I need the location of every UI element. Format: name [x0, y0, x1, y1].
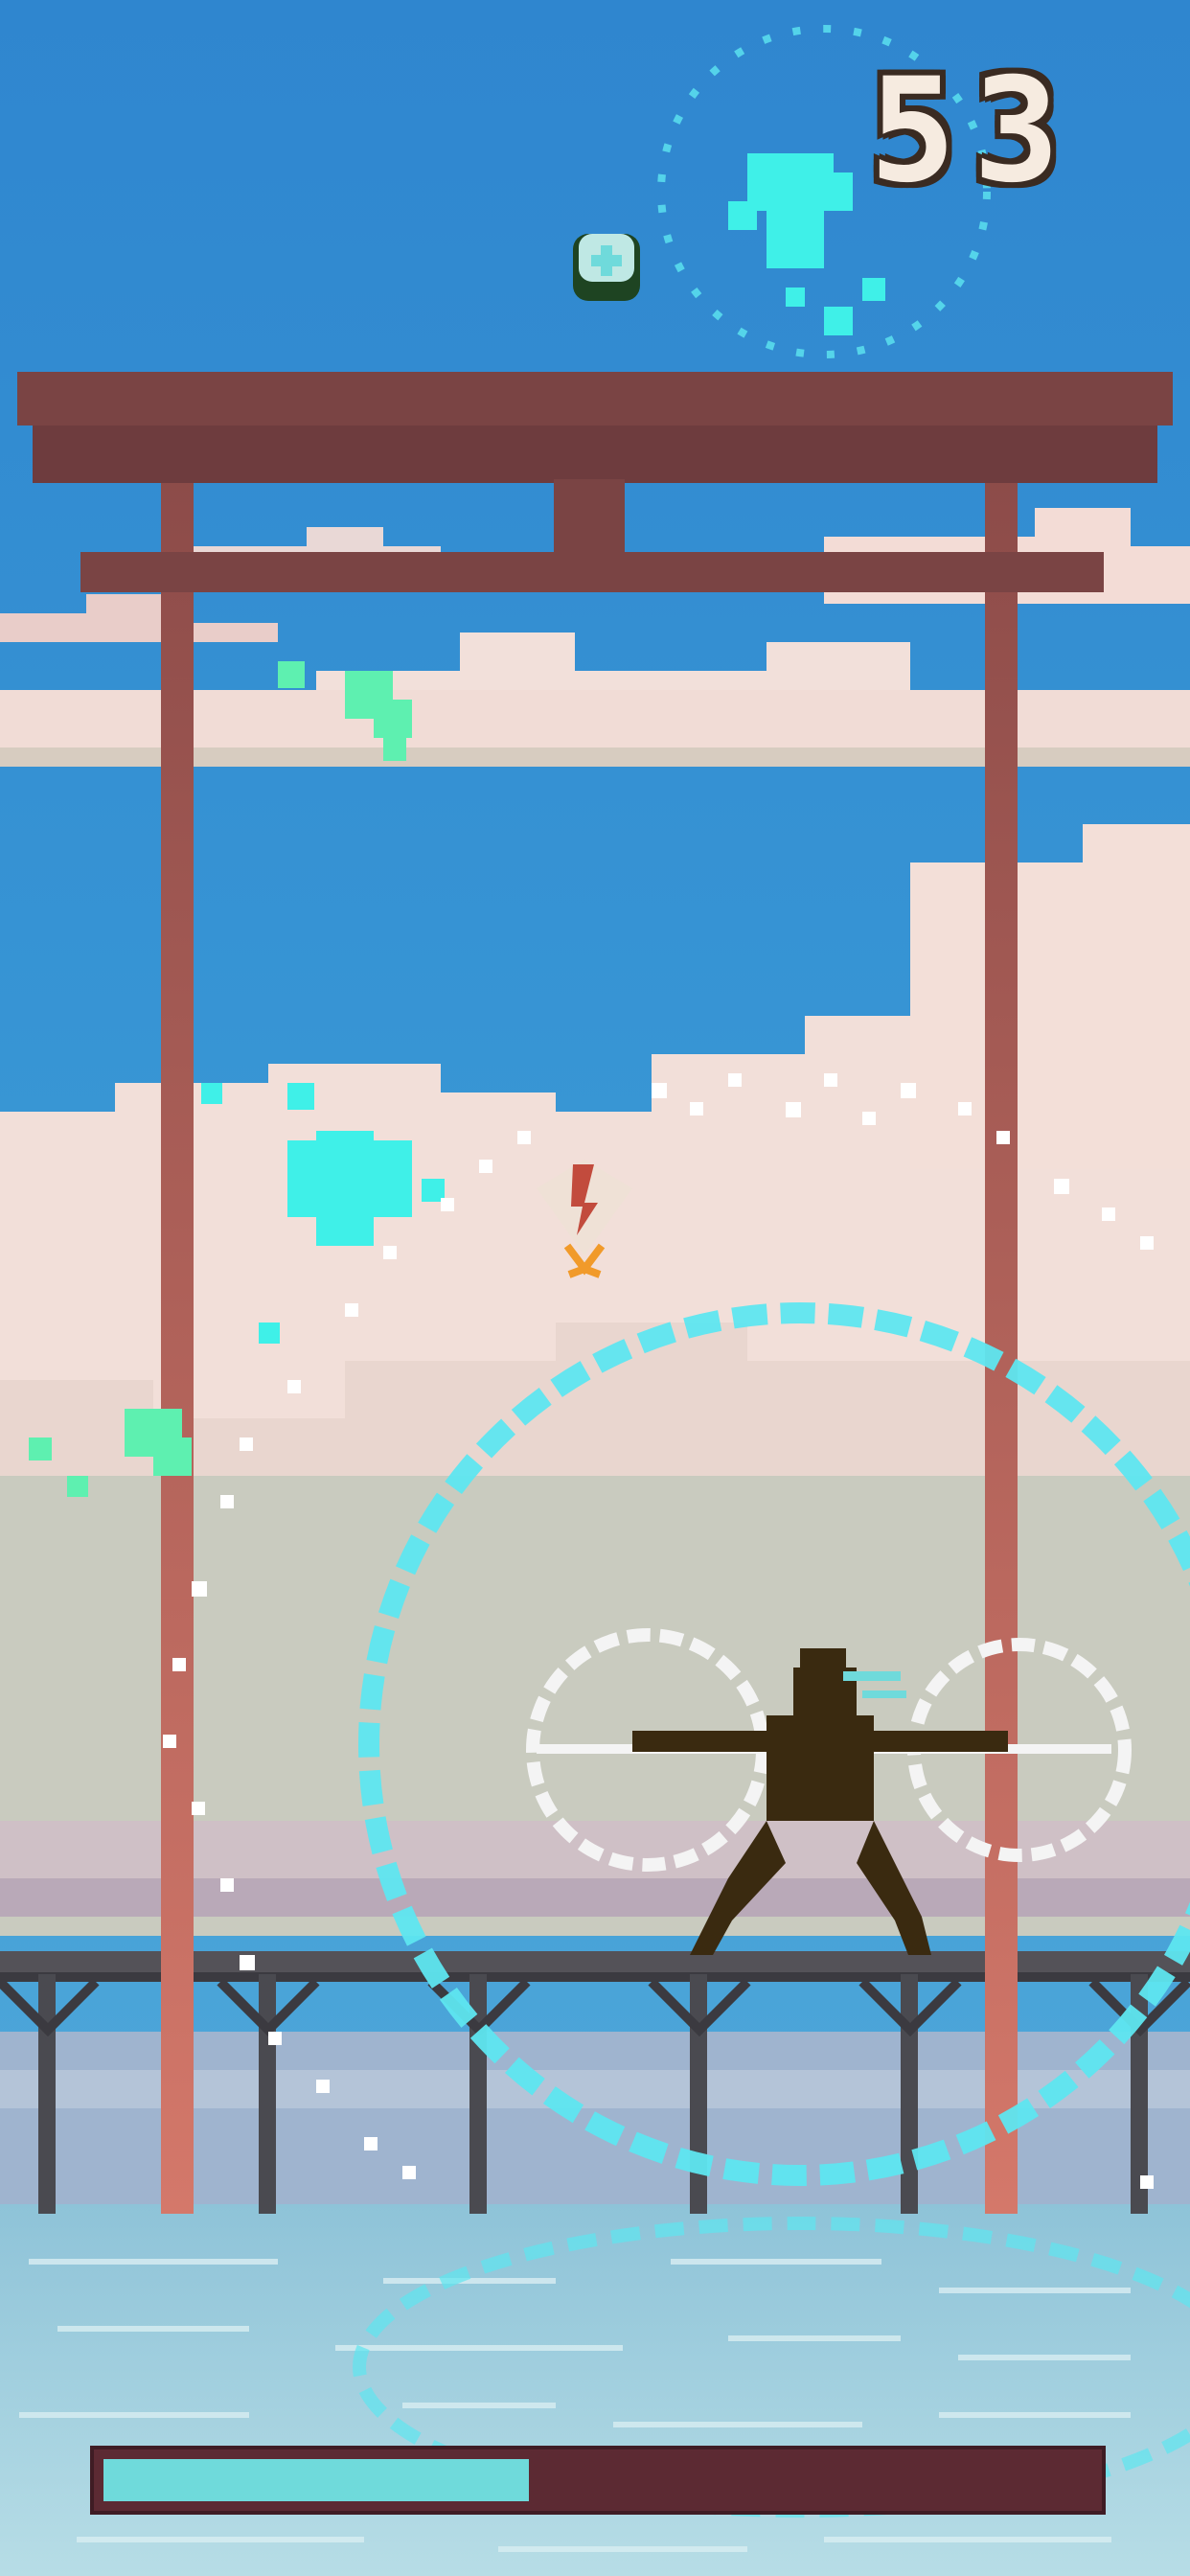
torii-nuki	[80, 552, 1104, 592]
mint-orb-icon	[573, 234, 640, 301]
game-screen[interactable]: 53	[0, 0, 1190, 2576]
torii-left-pillar	[161, 422, 194, 2214]
score-display: 53	[869, 48, 1077, 215]
game-scene	[0, 0, 1190, 2576]
energy-bar-fill	[103, 2459, 529, 2501]
energy-bar	[90, 2446, 1106, 2515]
torii-kasagi	[17, 372, 1173, 426]
torii-gakuzuka	[554, 479, 625, 556]
torii-right-pillar	[985, 422, 1018, 2214]
